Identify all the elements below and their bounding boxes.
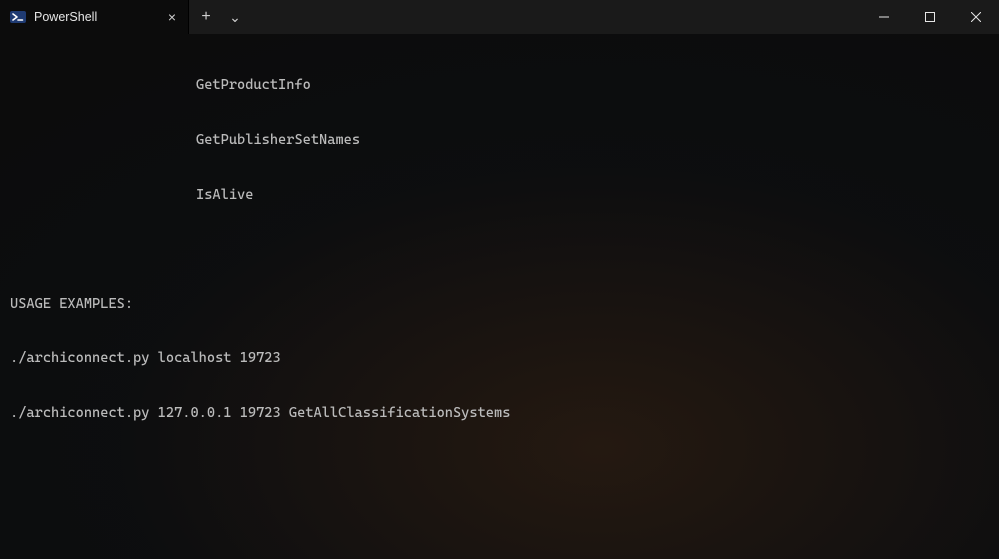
usage-example: ./archiconnect.py 127.0.0.1 19723 GetAll… [10, 404, 510, 422]
window-controls [861, 0, 999, 34]
usage-heading: USAGE EXAMPLES: [10, 295, 133, 313]
new-tab-button[interactable]: + [189, 0, 223, 34]
cmd-list-item: GetPublisherSetNames [196, 131, 360, 149]
cmd-list-item: IsAlive [196, 186, 253, 204]
tab-powershell[interactable]: PowerShell × [0, 0, 189, 34]
powershell-icon [10, 9, 26, 25]
tabs-dropdown-button[interactable]: ⌄ [223, 0, 247, 34]
usage-example: ./archiconnect.py localhost 19723 [10, 349, 281, 367]
minimize-button[interactable] [861, 0, 907, 34]
titlebar: PowerShell × + ⌄ [0, 0, 999, 34]
cmd-list-item: GetProductInfo [196, 76, 311, 94]
maximize-button[interactable] [907, 0, 953, 34]
window: PowerShell × + ⌄ GetProductInfo Ge [0, 0, 999, 559]
close-tab-icon[interactable]: × [164, 9, 180, 25]
tab-actions: + ⌄ [189, 0, 247, 34]
titlebar-drag-area[interactable] [247, 0, 861, 34]
close-window-button[interactable] [953, 0, 999, 34]
tab-title: PowerShell [34, 9, 97, 25]
terminal-viewport[interactable]: GetProductInfo GetPublisherSetNames IsAl… [0, 34, 999, 559]
